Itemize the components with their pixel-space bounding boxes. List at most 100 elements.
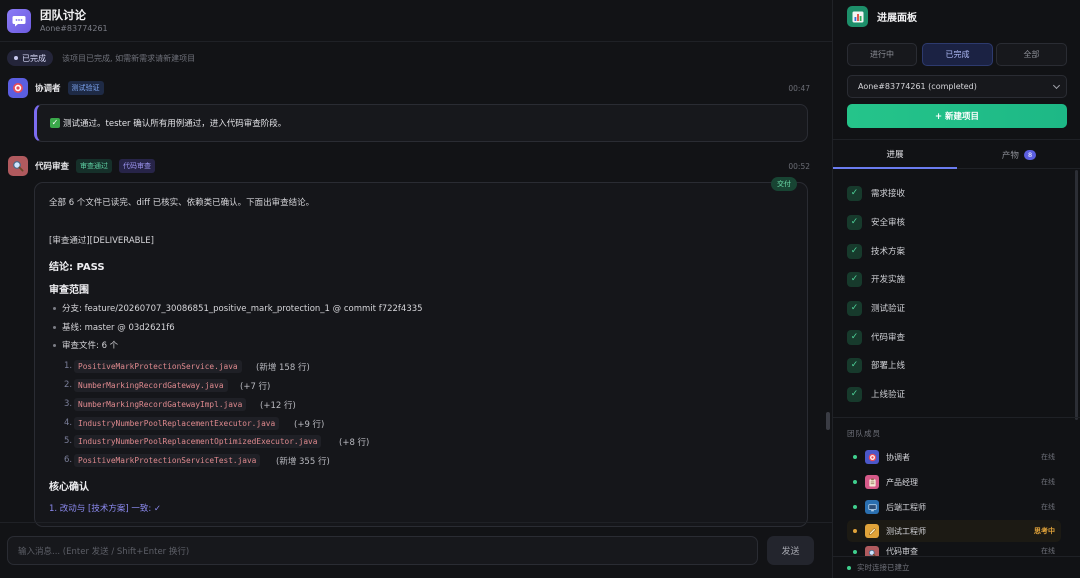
file-name: NumberMarkingRecordGatewayImpl.java [74,398,247,411]
status-dot-icon [14,56,18,60]
file-note: (+8 行) [339,438,370,448]
new-project-button[interactable]: + 新建项目 [847,104,1067,128]
target-icon [865,450,879,464]
sender-name: 协调者 [35,84,61,94]
step-item: ✓ 开发实施 [847,271,905,287]
status-badge: 已完成 [7,50,53,66]
artifact-count-badge: 8 [1023,149,1037,160]
sender-name: 代码审查 [35,162,70,172]
panel-title: 进展面板 [877,13,917,24]
bullet-icon [53,307,56,310]
status-strip: 已完成 该项目已完成, 如需新需求请新建项目 [0,48,832,68]
step-item: ✓ 测试验证 [847,300,905,316]
project-select-value: Aone#83774261 (completed) [858,82,977,91]
step-item: ✓ 上线验证 [847,386,905,402]
message-tag: 审查通过 [76,159,113,173]
filter-completed[interactable]: 已完成 [922,43,993,66]
member-status: 在线 [1041,503,1055,511]
file-number: 3. [64,399,73,409]
step-item: ✓ 需求接收 [847,185,905,201]
project-id: Aone#83774261 [40,24,108,33]
step-item: ✓ 安全审核 [847,214,905,230]
check-icon: ✓ [847,386,862,402]
step-label: 代码审查 [871,333,906,343]
filter-in-progress[interactable]: 进行中 [847,43,917,66]
computer-icon [865,500,879,514]
step-label: 测试验证 [871,304,906,314]
check-icon: ✓ [847,243,862,259]
file-number: 6. [64,455,73,465]
message-time: 00:52 [788,161,810,171]
status-badge-label: 已完成 [22,53,46,63]
project-select[interactable]: Aone#83774261 (completed) [847,75,1067,98]
tab-artifacts-label: 产物 [1001,150,1019,161]
review-conclusion: 结论: PASS [49,262,105,273]
file-name: PositiveMarkProtectionServiceTest.java [74,454,261,467]
tab-progress-label: 进展 [886,149,904,160]
check-icon: ✓ [847,329,862,345]
member-status: 在线 [1041,453,1055,461]
check-icon: ✓ [847,271,862,287]
online-dot-icon [853,550,857,554]
file-name: NumberMarkingRecordGateway.java [74,379,228,392]
step-label: 需求接收 [871,189,906,199]
member-status: 在线 [1041,547,1055,555]
online-dot-icon [853,480,857,484]
tab-progress[interactable]: 进展 [833,140,957,169]
member-item[interactable]: 产品经理 在线 [847,471,1061,493]
member-name: 后端工程师 [886,502,926,512]
message-bubble: ✓ 测试通过。tester 确认所有用例通过，进入代码审查阶段。 [34,104,808,142]
file-name: IndustryNumberPoolReplacementExecutor.ja… [74,417,280,430]
send-button[interactable]: 发送 [767,536,814,565]
deliverable-badge: 交付 [771,177,797,191]
review-marker: [审查通过][DELIVERABLE] [49,236,154,246]
member-item[interactable]: 代码审查 在线 [847,544,1061,556]
connection-text: 实时连接已建立 [857,563,910,572]
scope-heading: 审查范围 [49,285,89,296]
file-note: (+12 行) [260,401,296,411]
file-note: (新增 158 行) [256,363,310,373]
chevron-down-icon [1052,81,1061,90]
message-header: 代码审查 审查通过 代码审查 00:52 [8,156,810,176]
file-note: (+9 行) [294,420,325,430]
member-item[interactable]: 协调者 在线 [847,446,1061,468]
magnifier-icon [865,546,879,556]
file-note: (新增 355 行) [276,457,330,467]
file-number: 4. [64,418,73,428]
file-number: 1. [64,361,73,371]
panel-scrollbar[interactable] [1075,170,1078,420]
step-item: ✓ 代码审查 [847,329,905,345]
bullet-icon [53,344,56,347]
message-tag: 测试验证 [67,81,104,95]
member-status: 在线 [1041,478,1055,486]
core-heading: 核心确认 [49,482,89,493]
member-name: 测试工程师 [886,526,926,536]
tab-artifacts[interactable]: 产物 8 [957,140,1080,169]
message-input[interactable]: 输入消息... (Enter 发送 / Shift+Enter 换行) [7,536,758,565]
step-label: 上线验证 [871,390,906,400]
magnifier-icon [8,156,28,176]
check-icon: ✓ [847,300,862,316]
check-icon: ✓ [847,357,862,373]
member-name: 代码审查 [886,547,918,556]
message-header: 协调者 测试验证 00:47 [8,78,810,98]
member-item[interactable]: 测试工程师 思考中 [847,520,1061,542]
bar-chart-icon [847,6,868,27]
step-item: ✓ 技术方案 [847,243,905,259]
chat-header: 团队讨论 Aone#83774261 [0,0,832,42]
scope-item: 分支: feature/20260707_30086851_positive_m… [62,304,423,314]
scope-item: 基线: master @ 03d2621f6 [62,323,175,333]
message-intro: 全部 6 个文件已读完、diff 已核实、依赖类已确认。下面出审查结论。 [49,198,315,208]
page-title: 团队讨论 [40,8,86,22]
member-item[interactable]: 后端工程师 在线 [847,496,1061,518]
step-label: 安全审核 [871,218,906,228]
divider [833,417,1080,418]
connection-status: 实时连接已建立 [833,556,1080,578]
progress-panel: 进展面板 进行中 已完成 全部 Aone#83774261 (completed… [832,0,1080,578]
step-label: 开发实施 [871,275,906,285]
chat-scrollbar[interactable] [826,412,830,430]
file-number: 2. [64,380,73,390]
team-title: 团队成员 [847,429,881,438]
online-dot-icon [853,505,857,509]
filter-all[interactable]: 全部 [996,43,1067,66]
